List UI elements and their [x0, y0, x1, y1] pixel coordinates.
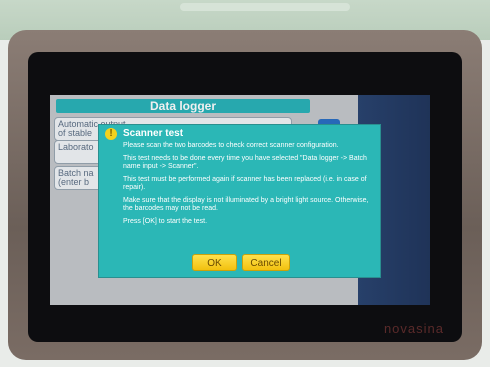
scanner-test-dialog: ! Scanner test Please scan the two barco… [98, 124, 381, 278]
dialog-title: Scanner test [123, 128, 184, 139]
ok-button[interactable]: OK [192, 254, 237, 271]
dialog-paragraph: Please scan the two barcodes to check co… [123, 142, 339, 149]
dialog-paragraph: This test needs to be done every time yo… [123, 155, 367, 170]
dialog-paragraph: Press [OK] to start the test. [123, 218, 208, 225]
dialog-body: Please scan the two barcodes to check co… [123, 142, 372, 231]
device-notch [180, 3, 350, 11]
cancel-button[interactable]: Cancel [242, 254, 290, 271]
dialog-paragraph: This test must be performed again if sca… [123, 176, 367, 191]
brand-logo: novasina [383, 321, 444, 336]
dialog-paragraph: Make sure that the display is not illumi… [123, 197, 369, 212]
info-icon: ! [105, 128, 117, 140]
